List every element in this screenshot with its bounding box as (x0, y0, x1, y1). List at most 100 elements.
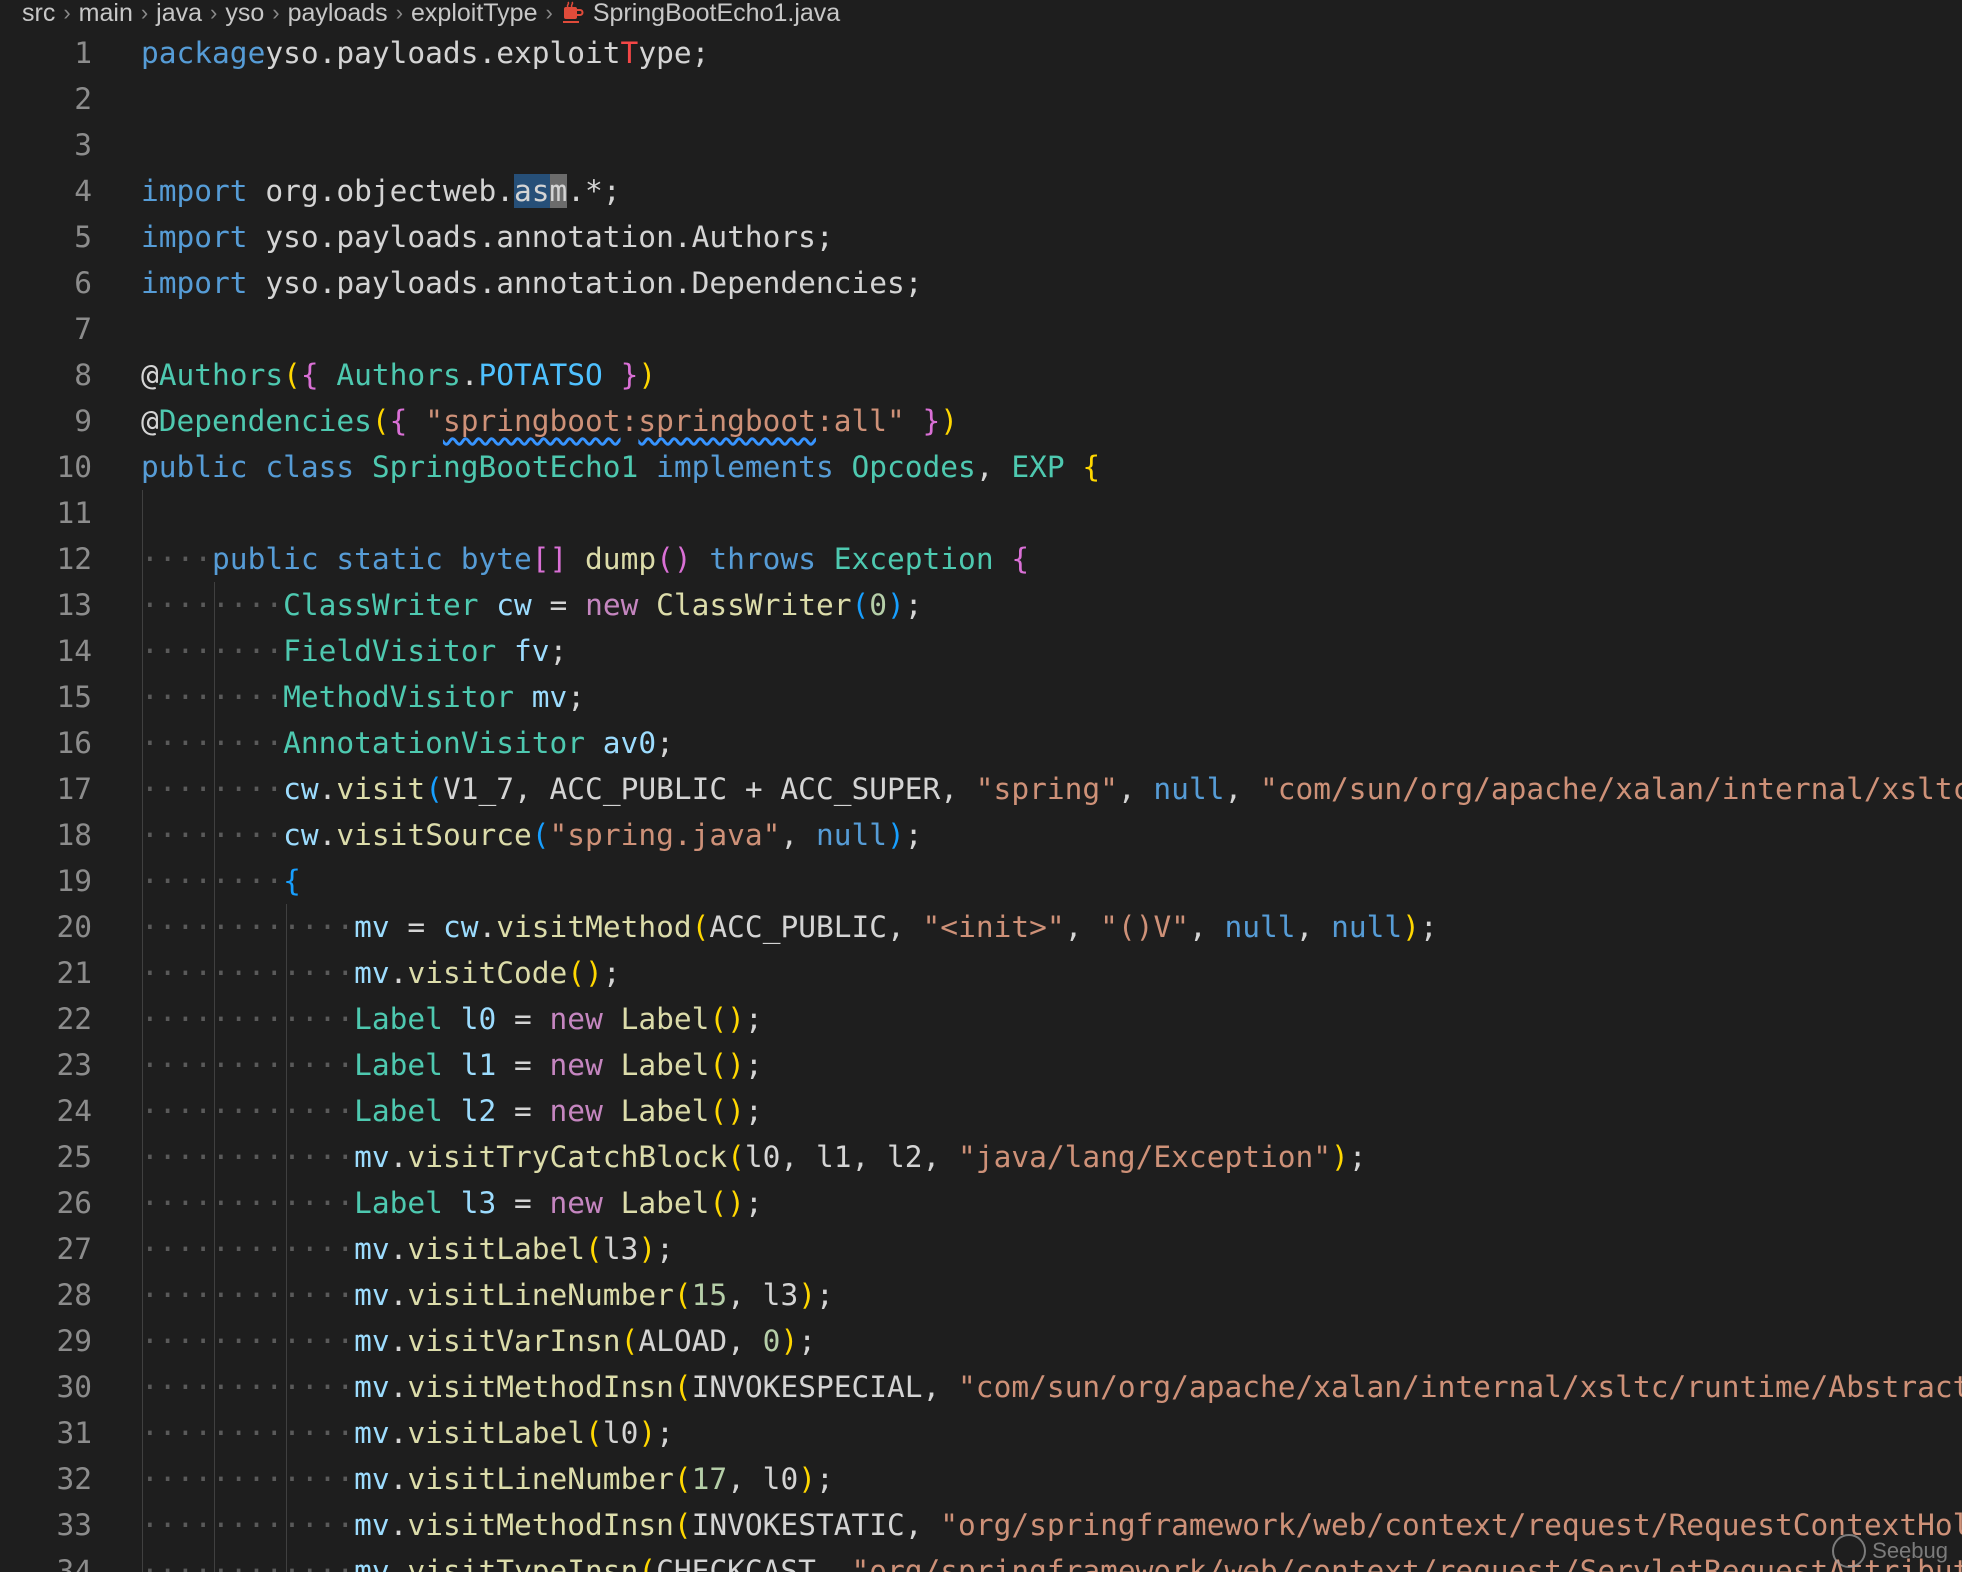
line-number: 30 (56, 1370, 92, 1404)
line-number: 4 (74, 174, 92, 208)
code-token: , (780, 818, 816, 852)
breadcrumb-item-main[interactable]: main (79, 0, 133, 26)
code-token: , (975, 450, 1012, 484)
code-line[interactable]: 20 ············mv = cw.visitMethod(ACC_PU… (0, 904, 1962, 950)
code-token: = (496, 1048, 550, 1082)
watermark-text: Seebug (1872, 1538, 1948, 1563)
code-line[interactable]: 23 ············Label l1 = new Label(); (0, 1042, 1962, 1088)
code-token: . (389, 1416, 408, 1450)
code-token: Label (620, 1094, 710, 1128)
code-line[interactable]: 25 ············mv.visitTryCatchBlock(l0, … (0, 1134, 1962, 1180)
code-token: = (389, 910, 443, 944)
code-token: "()V" (1100, 910, 1189, 944)
code-token: ( (673, 1278, 692, 1312)
code-line[interactable]: 12 ····public static byte[] dump() throws… (0, 536, 1962, 582)
code-line[interactable]: 19 ········{ (0, 858, 1962, 904)
code-token: ; (744, 1002, 763, 1036)
code-token: : (620, 404, 639, 438)
code-text: ············mv.visitMethodInsn(INVOKESTA… (141, 1502, 1962, 1548)
code-editor[interactable]: 1 packageyso.payloads.exploitType; 2 3 4 impo… (0, 30, 1962, 1572)
code-line[interactable]: 6 import yso.payloads.annotation.Dependen… (0, 260, 1962, 306)
code-token: MethodVisitor (283, 680, 514, 714)
code-text: ········cw.visit(V1_7, ACC_PUBLIC + ACC_… (141, 766, 1962, 812)
code-token: m (549, 174, 568, 208)
code-line[interactable]: 26 ············Label l3 = new Label(); (0, 1180, 1962, 1226)
code-token: visitSource (336, 818, 532, 852)
code-text: ········AnnotationVisitor av0; (141, 720, 674, 766)
code-token: springboot (442, 404, 621, 438)
code-token: . (389, 1140, 408, 1174)
code-token: ; (744, 1094, 763, 1128)
code-line[interactable]: 16 ········AnnotationVisitor av0; (0, 720, 1962, 766)
code-text: packageyso.payloads.exploitType; (141, 30, 709, 76)
code-line[interactable]: 2 (0, 76, 1962, 122)
code-token: :all" (815, 404, 905, 438)
code-line[interactable]: 31 ············mv.visitLabel(l0); (0, 1410, 1962, 1456)
code-token: ACC_PUBLIC, (709, 910, 923, 944)
breadcrumb-item-payloads[interactable]: payloads (288, 0, 388, 26)
code-token: () (709, 1048, 745, 1082)
code-token: av0 (602, 726, 657, 760)
code-token: ············ (141, 1002, 355, 1036)
code-token: . (318, 772, 337, 806)
breadcrumb-file[interactable]: SpringBootEcho1.java (593, 0, 840, 26)
code-line[interactable]: 7 (0, 306, 1962, 352)
code-line[interactable]: 29 ············mv.visitVarInsn(ALOAD, 0); (0, 1318, 1962, 1364)
code-line[interactable]: 24 ············Label l2 = new Label(); (0, 1088, 1962, 1134)
code-line[interactable]: 13 ········ClassWriter cw = new ClassWrit… (0, 582, 1962, 628)
code-token: , (1224, 772, 1260, 806)
code-token: ············ (141, 1278, 355, 1312)
code-line[interactable]: 32 ············mv.visitLineNumber(17, l0)… (0, 1456, 1962, 1502)
line-number: 14 (56, 634, 92, 668)
code-line[interactable]: 3 (0, 122, 1962, 168)
code-text: ············mv.visitLabel(l0); (141, 1410, 674, 1456)
code-line[interactable]: 14 ········FieldVisitor fv; (0, 628, 1962, 674)
code-token: Label (354, 1094, 443, 1128)
chevron-right-icon: › (210, 0, 218, 25)
code-token: import (141, 266, 248, 300)
code-token: ) (780, 1324, 799, 1358)
code-line[interactable]: 18 ········cw.visitSource("spring.java", … (0, 812, 1962, 858)
code-line[interactable]: 21 ············mv.visitCode(); (0, 950, 1962, 996)
code-token: mv (531, 680, 568, 714)
code-token: Exception (833, 542, 994, 576)
breadcrumb-item-src[interactable]: src (22, 0, 55, 26)
code-token: ············ (141, 1048, 355, 1082)
code-token: Label (620, 1048, 710, 1082)
code-token: implements (656, 450, 834, 484)
code-line[interactable]: 33 ············mv.visitMethodInsn(INVOKES… (0, 1502, 1962, 1548)
code-line[interactable]: 27 ············mv.visitLabel(l3); (0, 1226, 1962, 1272)
code-line[interactable]: 10 public class SpringBootEcho1 implement… (0, 444, 1962, 490)
code-line[interactable]: 15 ········MethodVisitor mv; (0, 674, 1962, 720)
code-line[interactable]: 5 import yso.payloads.annotation.Authors; (0, 214, 1962, 260)
code-line[interactable]: 4 import org.objectweb.asm.*; (0, 168, 1962, 214)
breadcrumb-item-yso[interactable]: yso (225, 0, 264, 26)
code-line[interactable]: 11 (0, 490, 1962, 536)
code-token: CHECKCAST, (656, 1554, 852, 1572)
breadcrumb-item-exploittype[interactable]: exploitType (411, 0, 537, 26)
code-text: ············mv = cw.visitMethod(ACC_PUBL… (141, 904, 1438, 950)
line-number: 27 (56, 1232, 92, 1266)
code-line[interactable]: 22 ············Label l0 = new Label(); (0, 996, 1962, 1042)
code-token: . (389, 1370, 408, 1404)
code-token: ) (1402, 910, 1420, 944)
code-text: ············Label l0 = new Label(); (141, 996, 763, 1042)
code-token: ( (425, 772, 443, 806)
code-text: ········cw.visitSource("spring.java", nu… (141, 812, 923, 858)
code-line[interactable]: 30 ············mv.visitMethodInsn(INVOKES… (0, 1364, 1962, 1410)
breadcrumb-item-java[interactable]: java (156, 0, 202, 26)
code-line[interactable]: 1 packageyso.payloads.exploitType; (0, 30, 1962, 76)
line-number: 20 (56, 910, 92, 944)
code-token: ; (602, 956, 621, 990)
code-line[interactable]: 28 ············mv.visitLineNumber(15, l3)… (0, 1272, 1962, 1318)
code-line[interactable]: 8 @Authors({ Authors.POTATSO }) (0, 352, 1962, 398)
code-token: , (1188, 910, 1225, 944)
code-line[interactable]: 34 ············mv.visitTypeInsn(CHECKCAST… (0, 1548, 1962, 1572)
code-text: @Authors({ Authors.POTATSO }) (141, 352, 656, 398)
code-token: ············ (141, 1232, 355, 1266)
code-line[interactable]: 9 @Dependencies({ "springboot:springboot:… (0, 398, 1962, 444)
code-line[interactable]: 17 ········cw.visit(V1_7, ACC_PUBLIC + AC… (0, 766, 1962, 812)
